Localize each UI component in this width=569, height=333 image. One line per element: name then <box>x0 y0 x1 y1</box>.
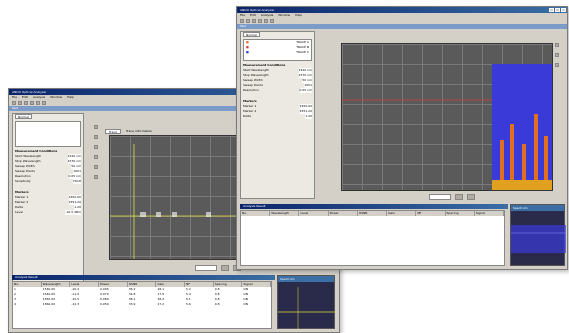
zoom-in-icon[interactable] <box>94 135 98 139</box>
front-window-titlebar[interactable]: ANDO Optical Analyzer <box>237 7 567 13</box>
zoom-out-icon[interactable] <box>555 63 559 67</box>
front-plot-controls <box>429 194 475 200</box>
menu-file[interactable]: File <box>240 13 245 18</box>
front-left-panel: Normal ■ TRACE A ■ TRACE B ■ TRACE C Measur… <box>240 31 315 199</box>
mini-spectrum-svg <box>278 287 336 330</box>
tab-trace[interactable]: Trace <box>105 129 121 134</box>
front-results-table[interactable]: No. Wavelength Level Power OSNR Gain NF Spaci… <box>240 210 505 266</box>
mode-row: Normal <box>241 32 314 37</box>
peak-marker <box>156 212 161 217</box>
autoscale-icon[interactable] <box>467 194 475 200</box>
menu-edit[interactable]: Edit <box>22 95 28 100</box>
copy-icon[interactable] <box>258 19 262 23</box>
orange-peak <box>544 136 548 180</box>
marker-tool-icon[interactable] <box>94 155 98 159</box>
save-icon[interactable] <box>246 19 250 23</box>
table-row[interactable]: 4 1560.00 -12.3 0.059 33.9 17.2 5.6 0.8 ON <box>13 302 271 307</box>
zoom-icon[interactable] <box>221 265 229 271</box>
table-header: No. Wavelength Level Power OSNR Gain NF Spaci… <box>241 211 504 216</box>
front-trace-svg <box>342 64 552 190</box>
mini-spectrum-svg <box>511 225 566 253</box>
cursor-tool-icon[interactable] <box>94 125 98 129</box>
front-trace-plot[interactable] <box>341 43 553 191</box>
zoom-in-icon[interactable] <box>555 53 559 57</box>
menu-analysis[interactable]: Analysis <box>261 13 273 18</box>
back-window-title: ANDO Optical Analyzer <box>12 90 47 94</box>
peak-marker <box>206 212 211 217</box>
copy-icon[interactable] <box>30 101 34 105</box>
back-table-titlebar: Analysis Result <box>12 275 275 280</box>
mode-row: Normal <box>13 114 83 119</box>
back-document-title: Test <box>12 106 18 110</box>
span-field[interactable] <box>429 194 451 200</box>
pan-tool-icon[interactable] <box>94 175 98 179</box>
close-button[interactable] <box>561 8 566 12</box>
maximize-button[interactable] <box>555 8 560 12</box>
menu-analysis[interactable]: Analysis <box>33 95 45 100</box>
front-tool-column <box>555 43 565 67</box>
cursor-tool-icon[interactable] <box>555 43 559 47</box>
open-icon[interactable] <box>12 101 16 105</box>
settings-icon[interactable] <box>270 19 274 23</box>
peak-search-icon[interactable] <box>94 165 98 169</box>
orange-peak <box>510 124 514 180</box>
peak-marker <box>140 212 146 217</box>
orange-peak <box>522 144 526 180</box>
menu-window[interactable]: Window <box>50 95 62 100</box>
zoom-out-icon[interactable] <box>94 145 98 149</box>
front-document-title: Test <box>240 24 246 28</box>
front-document-bar: Test <box>237 24 567 29</box>
back-plot-controls <box>195 265 241 271</box>
back-mini-spectrum[interactable]: Spectrum <box>277 275 336 330</box>
print-icon[interactable] <box>252 19 256 23</box>
trace-list[interactable] <box>15 121 81 147</box>
zoom-icon[interactable] <box>264 19 268 23</box>
minimize-button[interactable] <box>549 8 554 12</box>
setting-row: Resolution 0.05 nm <box>243 88 312 93</box>
back-left-panel: Normal Measurement Conditions Start Wave… <box>12 113 84 291</box>
front-table-titlebar: Analysis Result <box>240 204 508 209</box>
front-mini-spectrum[interactable]: Spectrum <box>510 204 566 266</box>
orange-peak <box>500 140 504 180</box>
menu-help[interactable]: Help <box>295 13 302 18</box>
orange-peak <box>534 114 538 180</box>
trace-legend[interactable]: ■ TRACE A ■ TRACE B ■ TRACE C <box>243 39 312 61</box>
back-trace-tabs: Trace Trace information <box>105 129 156 134</box>
menu-help[interactable]: Help <box>67 95 74 100</box>
marker-row: Level -10.5 dBm <box>15 210 81 215</box>
settings-icon[interactable] <box>42 101 46 105</box>
base-trace <box>492 180 552 190</box>
mode-select[interactable]: Normal <box>243 32 260 37</box>
tab-trace-information[interactable]: Trace information <box>123 129 155 134</box>
back-tool-column <box>89 125 103 275</box>
front-window-title: ANDO Optical Analyzer <box>240 8 275 12</box>
mode-select[interactable]: Normal <box>15 114 32 119</box>
front-window: ANDO Optical Analyzer File Edit Analysis… <box>236 6 568 270</box>
legend-item-c: ■ TRACE C <box>246 50 309 54</box>
blue-swatch-icon: ■ <box>246 50 249 54</box>
zoom-icon[interactable] <box>36 101 40 105</box>
menu-window[interactable]: Window <box>278 13 290 18</box>
menu-file[interactable]: File <box>12 95 17 100</box>
save-icon[interactable] <box>18 101 22 105</box>
span-field[interactable] <box>195 265 217 271</box>
zoom-icon[interactable] <box>455 194 463 200</box>
open-icon[interactable] <box>240 19 244 23</box>
setting-row: Sensitivity HIGH <box>15 179 81 184</box>
peak-marker <box>172 212 177 217</box>
print-icon[interactable] <box>24 101 28 105</box>
marker-row: Delta 1.20 <box>243 114 312 119</box>
menu-edit[interactable]: Edit <box>250 13 256 18</box>
back-results-table[interactable]: No. Wavelength Level Power OSNR Gain NF Spaci… <box>12 281 272 329</box>
